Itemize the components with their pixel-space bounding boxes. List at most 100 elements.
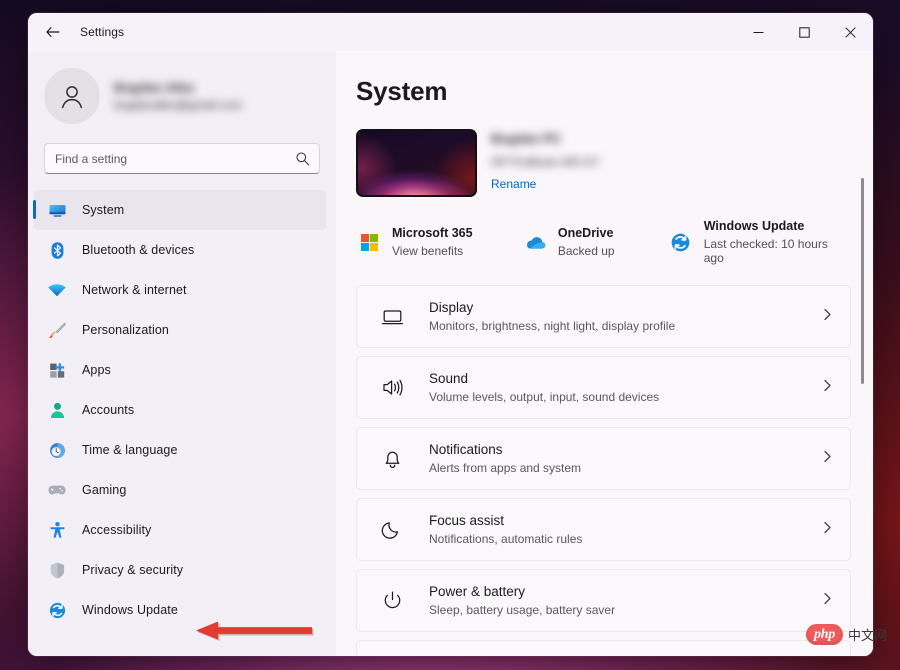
status-subtitle: View benefits (392, 244, 464, 258)
card-title: Power & battery (429, 584, 526, 599)
card-title: Display (429, 300, 474, 315)
card-text: Focus assist Notifications, automatic ru… (429, 513, 582, 546)
device-wallpaper-thumbnail (356, 129, 477, 197)
card-subtitle: Alerts from apps and system (429, 461, 582, 475)
settings-card-power-battery[interactable]: Power & battery Sleep, battery usage, ba… (356, 569, 851, 632)
sidebar-item-label: Gaming (82, 483, 127, 497)
back-arrow-icon[interactable] (36, 17, 70, 47)
card-subtitle: Volume levels, output, input, sound devi… (429, 390, 660, 404)
sidebar-item-label: Privacy & security (82, 563, 184, 577)
scrollbar-thumb[interactable] (861, 178, 864, 384)
status-title: Microsoft 365 (392, 226, 473, 240)
rename-link[interactable]: Rename (491, 177, 536, 191)
person-badge-icon (46, 399, 68, 421)
sidebar-item-windows-update[interactable]: Windows Update (34, 590, 326, 630)
microsoft-365-icon (356, 229, 382, 255)
sidebar-item-accounts[interactable]: Accounts (34, 390, 326, 430)
shield-icon (46, 559, 68, 581)
minimize-icon[interactable] (735, 13, 781, 51)
status-item-onedrive[interactable]: OneDrive Backed up (522, 226, 668, 258)
sidebar-item-personalization[interactable]: Personalization (34, 310, 326, 350)
account-email: bogdanalbu@gmail.com (114, 99, 243, 112)
apps-grid-icon (46, 359, 68, 381)
settings-card-sound[interactable]: Sound Volume levels, output, input, soun… (356, 356, 851, 419)
sidebar-item-label: Accounts (82, 403, 135, 417)
device-meta: Bogdan PC HP ProBook 440 G7 Rename (491, 129, 600, 193)
search-icon[interactable] (291, 144, 313, 173)
chevron-right-icon (821, 592, 834, 610)
card-subtitle: Monitors, brightness, night light, displ… (429, 319, 676, 333)
status-title: Windows Update (703, 219, 805, 233)
account-text: Bogdan Albu bogdanalbu@gmail.com (114, 81, 242, 112)
sidebar-item-accessibility[interactable]: Accessibility (34, 510, 326, 550)
chevron-right-icon (821, 379, 834, 397)
sidebar-nav: System Bluetooth & devices Network & int… (28, 190, 336, 656)
device-model: HP ProBook 440 G7 (491, 155, 600, 169)
sidebar-item-label: Network & internet (82, 283, 187, 297)
sidebar: Bogdan Albu bogdanalbu@gmail.com Find a … (28, 51, 336, 656)
bell-icon (377, 447, 407, 470)
status-strip: Microsoft 365 View benefits OneDrive Bac… (356, 219, 851, 265)
settings-card-notifications[interactable]: Notifications Alerts from apps and syste… (356, 427, 851, 490)
status-item-text: Microsoft 365 View benefits (392, 226, 473, 258)
sidebar-item-label: System (82, 203, 125, 217)
sidebar-item-system[interactable]: System (33, 190, 326, 230)
sidebar-item-privacy-security[interactable]: Privacy & security (34, 550, 326, 590)
sidebar-item-label: Accessibility (82, 523, 152, 537)
paintbrush-icon (46, 319, 68, 341)
sidebar-item-label: Personalization (82, 323, 169, 337)
sidebar-item-label: Time & language (82, 443, 178, 457)
card-title: Sound (429, 371, 469, 386)
sidebar-item-bluetooth-devices[interactable]: Bluetooth & devices (34, 230, 326, 270)
sidebar-item-label: Apps (82, 363, 111, 377)
status-item-text: OneDrive Backed up (558, 226, 615, 258)
window-title: Settings (80, 25, 125, 39)
settings-card-display[interactable]: Display Monitors, brightness, night ligh… (356, 285, 851, 348)
sidebar-item-label: Bluetooth & devices (82, 243, 195, 257)
account-summary[interactable]: Bogdan Albu bogdanalbu@gmail.com (28, 51, 336, 127)
card-subtitle: Notifications, automatic rules (429, 532, 583, 546)
card-text: Display Monitors, brightness, night ligh… (429, 300, 675, 333)
chevron-right-icon (821, 308, 834, 326)
device-name: Bogdan PC (491, 131, 562, 146)
close-icon[interactable] (827, 13, 873, 51)
windows-update-icon (668, 229, 694, 255)
gamepad-icon (46, 479, 68, 501)
onedrive-cloud-icon (522, 229, 548, 255)
sidebar-item-network-internet[interactable]: Network & internet (34, 270, 326, 310)
title-bar: Settings (28, 13, 873, 51)
status-item-microsoft-365[interactable]: Microsoft 365 View benefits (356, 226, 522, 258)
moon-icon (377, 518, 407, 541)
settings-card-list: Display Monitors, brightness, night ligh… (356, 285, 851, 656)
search-input[interactable] (45, 144, 319, 173)
settings-card-focus-assist[interactable]: Focus assist Notifications, automatic ru… (356, 498, 851, 561)
page-title: System (356, 76, 448, 106)
settings-window: Settings Bogdan Albu bogdanalbu@gmail.co… (28, 13, 873, 656)
sidebar-item-time-language[interactable]: Time & language (34, 430, 326, 470)
card-title: Notifications (429, 442, 503, 457)
monitor-icon (46, 199, 68, 221)
window-body: Bogdan Albu bogdanalbu@gmail.com Find a … (28, 51, 873, 656)
content-scrollbar[interactable] (856, 51, 870, 656)
maximize-icon[interactable] (781, 13, 827, 51)
status-item-windows-update[interactable]: Windows Update Last checked: 10 hours ag… (668, 219, 851, 265)
status-subtitle: Last checked: 10 hours ago (703, 237, 828, 265)
card-text: Power & battery Sleep, battery usage, ba… (429, 584, 615, 617)
accessibility-person-icon (46, 519, 68, 541)
card-title: Focus assist (429, 513, 505, 528)
sidebar-item-label: Windows Update (82, 603, 178, 617)
chevron-right-icon (821, 521, 834, 539)
windows-update-icon (46, 599, 68, 621)
sidebar-item-gaming[interactable]: Gaming (34, 470, 326, 510)
search-box[interactable] (44, 143, 320, 174)
sidebar-item-apps[interactable]: Apps (34, 350, 326, 390)
status-item-text: Windows Update Last checked: 10 hours ag… (704, 219, 851, 265)
status-subtitle: Backed up (557, 244, 615, 258)
chevron-right-icon (821, 450, 834, 468)
search-container (28, 127, 336, 174)
card-text: Sound Volume levels, output, input, soun… (429, 371, 659, 404)
window-controls (735, 13, 873, 51)
device-summary: Bogdan PC HP ProBook 440 G7 Rename (356, 129, 851, 197)
power-icon (377, 589, 407, 612)
settings-card-next-partial[interactable] (356, 640, 851, 656)
